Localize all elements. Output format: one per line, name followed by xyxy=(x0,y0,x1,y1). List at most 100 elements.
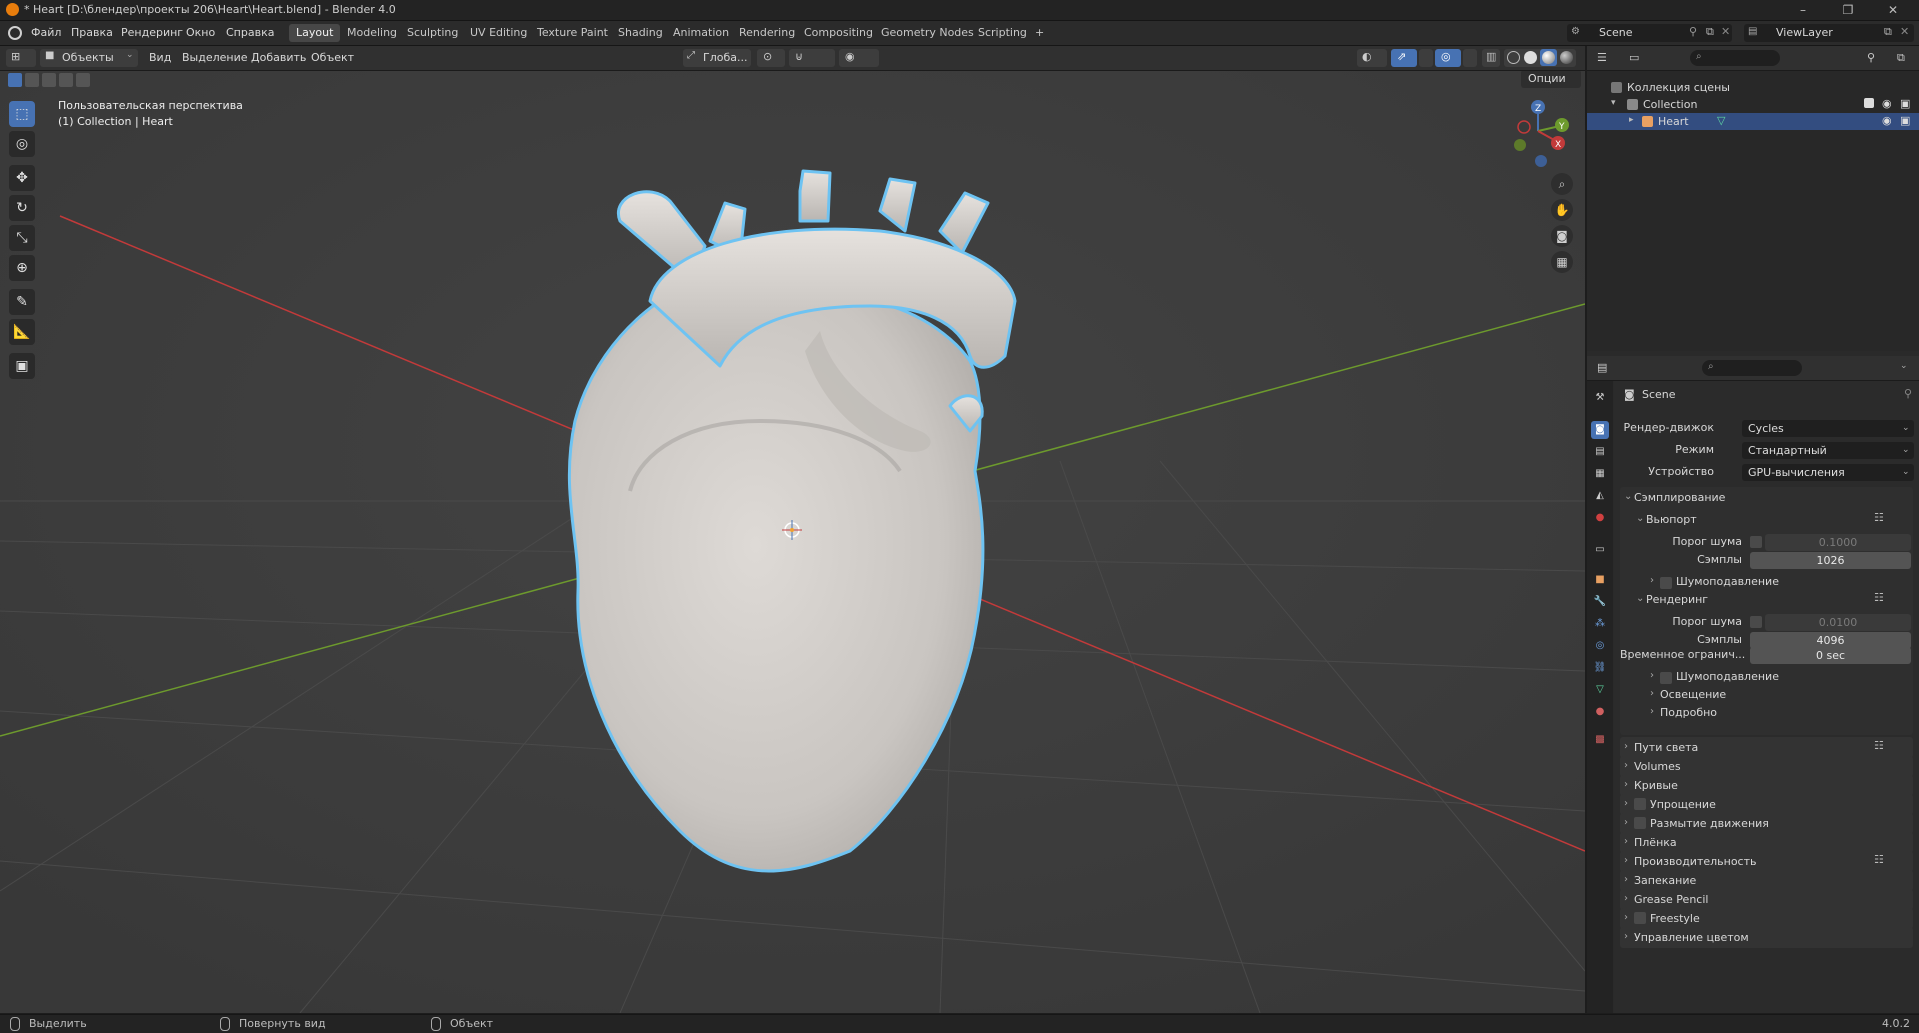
scale-tool[interactable]: ⤡ xyxy=(9,225,35,251)
device-dropdown[interactable]: GPU-вычисления ⌄ xyxy=(1742,464,1914,481)
render-tab-icon[interactable]: ◙ xyxy=(1591,421,1609,439)
simplify-checkbox[interactable] xyxy=(1634,798,1646,810)
select-subtract-icon[interactable] xyxy=(42,73,56,87)
select-extend-icon[interactable] xyxy=(25,73,39,87)
grease-pencil-panel[interactable]: › Grease Pencil xyxy=(1620,889,1913,910)
pan-hand-icon[interactable]: ✋ xyxy=(1551,199,1573,221)
new-scene-icon[interactable]: ⧉ xyxy=(1706,25,1714,39)
outliner-editor-icon[interactable]: ☰ xyxy=(1597,51,1607,64)
advanced-subpanel-header[interactable]: Подробно xyxy=(1660,706,1717,719)
new-collection-icon[interactable]: ⧉ xyxy=(1897,51,1905,65)
chevron-down-icon[interactable]: ⌄ xyxy=(1900,361,1908,371)
select-invert-icon[interactable] xyxy=(59,73,73,87)
modifier-tab-icon[interactable]: 🔧 xyxy=(1591,593,1609,611)
menu-select[interactable]: Выделение xyxy=(182,51,248,64)
mode-dropdown[interactable]: ■ Объекты ⌄ xyxy=(40,49,138,67)
color-management-panel[interactable]: › Управление цветом xyxy=(1620,927,1913,948)
ortho-grid-icon[interactable]: ▦ xyxy=(1551,251,1573,273)
pin-icon[interactable]: ⚲ xyxy=(1904,387,1912,400)
rotate-tool[interactable]: ↻ xyxy=(9,195,35,221)
viewlayer-selector[interactable]: ▤ ViewLayer ⧉ ✕ xyxy=(1744,24,1914,42)
rendered-shading-icon[interactable] xyxy=(1560,51,1573,64)
curves-panel[interactable]: › Кривые xyxy=(1620,775,1913,796)
motion-blur-panel[interactable]: › Размытие движения xyxy=(1620,813,1913,834)
object-eye-icon[interactable]: ◉ xyxy=(1882,114,1892,127)
mesh-data-icon[interactable]: ▽ xyxy=(1717,114,1725,127)
chevron-down-icon[interactable]: ⌄ xyxy=(1624,491,1632,502)
view-layer-tab-icon[interactable]: ▦ xyxy=(1591,465,1609,483)
delete-viewlayer-icon[interactable]: ✕ xyxy=(1900,25,1909,38)
viewport-canvas[interactable]: Z Y X xyxy=(0,71,1585,1013)
presets-list-icon[interactable]: ☷ xyxy=(1874,853,1884,866)
lights-subpanel-header[interactable]: Освещение xyxy=(1660,688,1726,701)
maximize-button[interactable]: ❐ xyxy=(1833,1,1863,19)
viewport-noise-field[interactable]: 0.1000 xyxy=(1765,534,1911,551)
viewport-samples-field[interactable]: 1026 xyxy=(1750,552,1911,569)
transform-tool[interactable]: ⊕ xyxy=(9,255,35,281)
tab-shading[interactable]: Shading xyxy=(611,24,670,42)
tab-scripting[interactable]: Scripting xyxy=(971,24,1034,42)
volumes-panel[interactable]: › Volumes xyxy=(1620,756,1913,777)
delete-scene-icon[interactable]: ✕ xyxy=(1721,25,1730,38)
material-shading-active[interactable] xyxy=(1540,49,1557,66)
render-subpanel-header[interactable]: Рендеринг xyxy=(1646,593,1708,606)
render-noise-field[interactable]: 0.0100 xyxy=(1765,614,1911,631)
light-paths-panel[interactable]: › Пути света ☷ xyxy=(1620,737,1913,758)
measure-tool[interactable]: 📐 xyxy=(9,319,35,345)
outliner-collection[interactable]: ▾ Collection ◉ ▣ xyxy=(1587,96,1919,113)
collection-camera-icon[interactable]: ▣ xyxy=(1900,97,1910,110)
expand-object-icon[interactable]: ▸ xyxy=(1629,115,1634,125)
select-box-tool[interactable]: ⬚ xyxy=(9,101,35,127)
overlay-toggle[interactable]: ◎ xyxy=(1435,49,1461,67)
freestyle-panel[interactable]: › Freestyle xyxy=(1620,908,1913,929)
simplify-panel[interactable]: › Упрощение xyxy=(1620,794,1913,815)
time-limit-field[interactable]: 0 sec xyxy=(1750,647,1911,664)
tab-animation[interactable]: Animation xyxy=(666,24,736,42)
outliner-search-input[interactable]: ⌕ xyxy=(1690,50,1780,66)
tab-uv-editing[interactable]: UV Editing xyxy=(463,24,534,42)
outliner-heart-object[interactable]: ▸ Heart ▽ ◉ ▣ xyxy=(1587,113,1919,130)
zoom-icon[interactable]: ⌕ xyxy=(1551,173,1573,195)
freestyle-checkbox[interactable] xyxy=(1634,912,1646,924)
presets-list-icon[interactable]: ☷ xyxy=(1874,591,1884,604)
add-cube-tool[interactable]: ▣ xyxy=(9,353,35,379)
tool-tab-icon[interactable]: ⚒ xyxy=(1591,389,1609,407)
visibility-dropdown[interactable]: ◐ xyxy=(1357,49,1387,67)
gizmo-dropdown[interactable] xyxy=(1419,49,1433,67)
performance-panel[interactable]: › Производительность ☷ xyxy=(1620,851,1913,872)
chevron-right-icon[interactable]: › xyxy=(1650,575,1654,586)
physics-tab-icon[interactable]: ◎ xyxy=(1591,637,1609,655)
collection-eye-icon[interactable]: ◉ xyxy=(1882,97,1892,110)
orientation-dropdown[interactable]: ⤢ Глоба... xyxy=(683,49,751,67)
chevron-down-icon[interactable]: ⌄ xyxy=(1636,593,1644,604)
viewport-denoise-header[interactable]: Шумоподавление xyxy=(1676,575,1779,588)
scene-tab-icon[interactable]: ◭ xyxy=(1591,487,1609,505)
properties-editor-icon[interactable]: ▤ xyxy=(1597,361,1607,374)
chevron-right-icon[interactable]: › xyxy=(1650,688,1654,699)
film-panel[interactable]: › Плёнка xyxy=(1620,832,1913,853)
chevron-right-icon[interactable]: › xyxy=(1650,706,1654,717)
scene-selector[interactable]: ⚙ Scene ⚲ ⧉ ✕ xyxy=(1567,24,1732,42)
new-viewlayer-icon[interactable]: ⧉ xyxy=(1884,25,1892,39)
constraints-tab-icon[interactable]: ⛓ xyxy=(1591,659,1609,677)
mode-dropdown[interactable]: Стандартный ⌄ xyxy=(1742,442,1914,459)
bake-panel[interactable]: › Запекание xyxy=(1620,870,1913,891)
pivot-dropdown[interactable]: ⊙ xyxy=(757,49,785,67)
tab-compositing[interactable]: Compositing xyxy=(797,24,880,42)
annotate-tool[interactable]: ✎ xyxy=(9,289,35,315)
viewport-subpanel-header[interactable]: Вьюпорт xyxy=(1646,513,1697,526)
menu-view[interactable]: Вид xyxy=(149,51,171,64)
properties-search-input[interactable]: ⌕ xyxy=(1702,360,1802,376)
collection-checkbox[interactable] xyxy=(1864,98,1874,108)
tab-modeling[interactable]: Modeling xyxy=(340,24,404,42)
3d-viewport[interactable]: Z Y X Опции Пользовательская перспектива… xyxy=(0,71,1585,1013)
world-tab-icon[interactable]: ● xyxy=(1591,509,1609,527)
motion-blur-checkbox[interactable] xyxy=(1634,817,1646,829)
wireframe-shading-icon[interactable] xyxy=(1507,51,1520,64)
gizmo-toggle[interactable]: ⇗ xyxy=(1391,49,1417,67)
output-tab-icon[interactable]: ▤ xyxy=(1591,443,1609,461)
render-denoise-checkbox[interactable] xyxy=(1660,672,1672,684)
texture-tab-icon[interactable]: ▩ xyxy=(1591,731,1609,749)
overlay-dropdown[interactable] xyxy=(1463,49,1477,67)
collection-tab-icon[interactable]: ▭ xyxy=(1591,541,1609,559)
